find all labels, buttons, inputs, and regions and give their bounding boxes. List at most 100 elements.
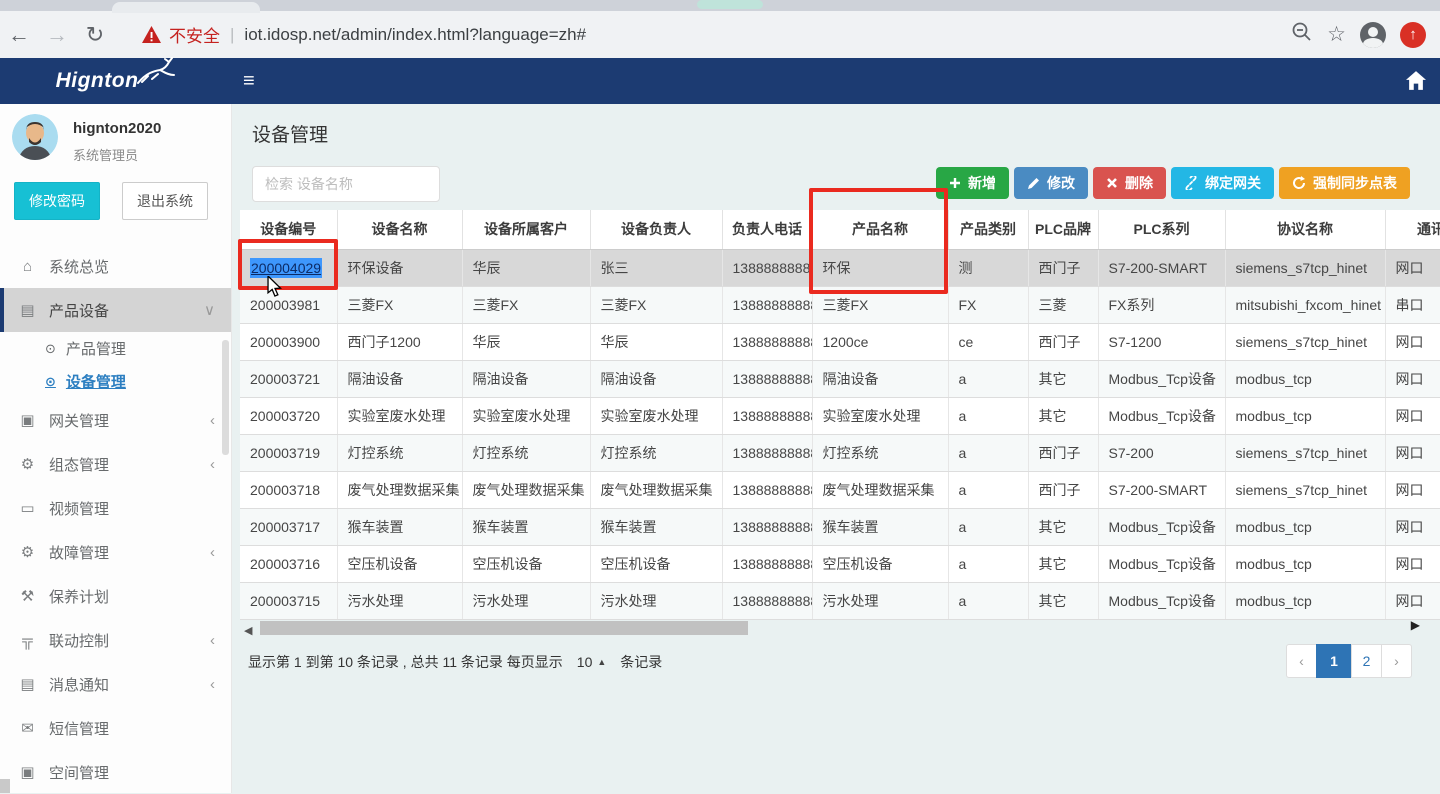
column-header[interactable]: 设备名称: [337, 210, 462, 249]
column-header[interactable]: 产品类别: [948, 210, 1028, 249]
sidebar-item-space[interactable]: ▣空间管理: [0, 750, 231, 794]
reload-icon[interactable]: ↻: [76, 22, 114, 48]
forward-icon[interactable]: →: [38, 22, 76, 48]
table-cell: 三菱FX: [337, 286, 462, 323]
page-button-‹[interactable]: ‹: [1286, 644, 1317, 678]
table-cell: 网口: [1385, 360, 1440, 397]
chevron-icon: ‹: [210, 544, 215, 561]
table-row[interactable]: 200003717猴车装置猴车装置猴车装置13888888888猴车装置a其它M…: [240, 508, 1440, 545]
home-icon[interactable]: [1406, 71, 1426, 95]
search-input[interactable]: [252, 166, 440, 202]
change-password-button[interactable]: 修改密码: [14, 182, 100, 220]
table-cell: 张三: [590, 249, 722, 286]
table-cell: siemens_s7tcp_hinet: [1225, 249, 1385, 286]
browser-chrome: ← → ↻ 不安全 | iot.idosp.net/admin/index.ht…: [0, 0, 1440, 58]
sidebar-item-sms[interactable]: ✉短信管理: [0, 706, 231, 750]
table-cell: 废气处理数据采集: [590, 471, 722, 508]
column-header[interactable]: 设备编号: [240, 210, 337, 249]
browser-profile-avatar[interactable]: [1360, 22, 1386, 48]
envelope-icon: ✉: [19, 719, 36, 737]
page-size-dropdown[interactable]: 10 ▲: [577, 654, 607, 670]
add-button[interactable]: 新增: [936, 167, 1009, 199]
table-cell: 13888888888: [722, 471, 812, 508]
pagination-summary-prefix: 显示第 1 到第 10 条记录 , 总共 11 条记录 每页显示: [248, 652, 563, 672]
bind-gateway-button[interactable]: 绑定网关: [1171, 167, 1274, 199]
table-cell: modbus_tcp: [1225, 360, 1385, 397]
table-cell: 环保: [812, 249, 948, 286]
table-cell: S7-200: [1098, 434, 1225, 471]
edit-button[interactable]: 修改: [1014, 167, 1088, 199]
app-topbar: Hignton ≡: [0, 58, 1440, 104]
table-row[interactable]: 200003981三菱FX三菱FX三菱FX13888888888三菱FXFX三菱…: [240, 286, 1440, 323]
column-header[interactable]: 负责人电话: [722, 210, 812, 249]
sidebar-item-message[interactable]: ▤消息通知‹: [0, 662, 231, 706]
table-cell: modbus_tcp: [1225, 582, 1385, 619]
table-row[interactable]: 200003718废气处理数据采集废气处理数据采集废气处理数据采集1388888…: [240, 471, 1440, 508]
table-cell: 13888888888: [722, 582, 812, 619]
sidebar-item-label: 网关管理: [49, 410, 109, 431]
table-cell: 网口: [1385, 323, 1440, 360]
table-cell: 网口: [1385, 434, 1440, 471]
bookmark-star-icon[interactable]: ☆: [1327, 22, 1346, 47]
table-cell: a: [948, 360, 1028, 397]
table-row[interactable]: 200003715污水处理污水处理污水处理13888888888污水处理a其它M…: [240, 582, 1440, 619]
table-cell: 网口: [1385, 545, 1440, 582]
table-cell: 200003981: [240, 286, 337, 323]
insecure-warning-icon: [142, 26, 161, 43]
back-icon[interactable]: ←: [0, 22, 38, 48]
table-cell: 实验室废水处理: [462, 397, 590, 434]
sidebar-item-maintain[interactable]: ⚒保养计划: [0, 574, 231, 618]
address-bar[interactable]: 不安全 | iot.idosp.net/admin/index.html?lan…: [142, 22, 1291, 47]
logout-button[interactable]: 退出系统: [122, 182, 208, 220]
sidebar-item-overview[interactable]: ⌂系统总览: [0, 244, 231, 288]
table-row[interactable]: 200003721隔油设备隔油设备隔油设备13888888888隔油设备a其它M…: [240, 360, 1440, 397]
sidebar-item-product[interactable]: ▤产品设备∨: [0, 288, 231, 332]
table-cell: siemens_s7tcp_hinet: [1225, 471, 1385, 508]
table-cell: Modbus_Tcp设备: [1098, 508, 1225, 545]
page-button-›[interactable]: ›: [1381, 644, 1412, 678]
table-cell: 200003719: [240, 434, 337, 471]
table-cell: 其它: [1028, 545, 1098, 582]
user-avatar[interactable]: [12, 114, 58, 160]
user-name: hignton2020: [73, 120, 161, 137]
table-row[interactable]: 200004029环保设备华辰张三13888888888环保测西门子S7-200…: [240, 249, 1440, 286]
main-content: 设备管理 新增 修改 删除 绑定网关 强制同步点表 设备编号设备名称设备所属客户…: [232, 104, 1440, 793]
table-row[interactable]: 200003720实验室废水处理实验室废水处理实验室废水处理1388888888…: [240, 397, 1440, 434]
table-cell: 隔油设备: [337, 360, 462, 397]
sidebar-item-linkage[interactable]: ╦联动控制‹: [0, 618, 231, 662]
delete-button[interactable]: 删除: [1093, 167, 1166, 199]
sidebar-item-config[interactable]: ⚙组态管理‹: [0, 442, 231, 486]
table-cell: 200003720: [240, 397, 337, 434]
column-header[interactable]: PLC系列: [1098, 210, 1225, 249]
page-button-2[interactable]: 2: [1351, 644, 1382, 678]
table-cell: 西门子: [1028, 471, 1098, 508]
table-cell: 实验室废水处理: [812, 397, 948, 434]
horizontal-scrollbar-thumb[interactable]: [260, 621, 748, 635]
table-row[interactable]: 200003719灯控系统灯控系统灯控系统13888888888灯控系统a西门子…: [240, 434, 1440, 471]
hscroll-right-arrow-icon[interactable]: ▶: [1411, 618, 1420, 632]
browser-update-icon[interactable]: ↑: [1400, 22, 1426, 48]
sidebar-item-gateway[interactable]: ▣网关管理‹: [0, 398, 231, 442]
column-header[interactable]: 设备负责人: [590, 210, 722, 249]
sidebar-item-video[interactable]: ▭视频管理: [0, 486, 231, 530]
table-cell: 13888888888: [722, 397, 812, 434]
table-row[interactable]: 200003716空压机设备空压机设备空压机设备13888888888空压机设备…: [240, 545, 1440, 582]
sidebar-scrollbar[interactable]: [222, 340, 229, 455]
selected-device-id[interactable]: 200004029: [250, 258, 322, 278]
sidebar-toggle-icon[interactable]: ≡: [243, 70, 255, 93]
column-header[interactable]: 设备所属客户: [462, 210, 590, 249]
page-button-1[interactable]: 1: [1316, 644, 1352, 678]
hscroll-left-arrow-icon[interactable]: ◀: [244, 624, 252, 637]
sidebar: hignton2020 系统管理员 修改密码 退出系统 ⌂系统总览▤产品设备∨⊙…: [0, 104, 232, 793]
table-row[interactable]: 200003900西门子1200华辰华辰138888888881200cece西…: [240, 323, 1440, 360]
column-header[interactable]: 产品名称: [812, 210, 948, 249]
sidebar-subitem-device-mgmt[interactable]: ⊙设备管理: [0, 365, 231, 398]
column-header[interactable]: 协议名称: [1225, 210, 1385, 249]
force-sync-button[interactable]: 强制同步点表: [1279, 167, 1410, 199]
sidebar-subitem-product-mgmt[interactable]: ⊙产品管理: [0, 332, 231, 365]
zoom-out-icon[interactable]: [1291, 21, 1313, 48]
column-header[interactable]: 通讯方式: [1385, 210, 1440, 249]
table-cell: 网口: [1385, 508, 1440, 545]
sidebar-item-fault[interactable]: ⚙故障管理‹: [0, 530, 231, 574]
column-header[interactable]: PLC品牌: [1028, 210, 1098, 249]
